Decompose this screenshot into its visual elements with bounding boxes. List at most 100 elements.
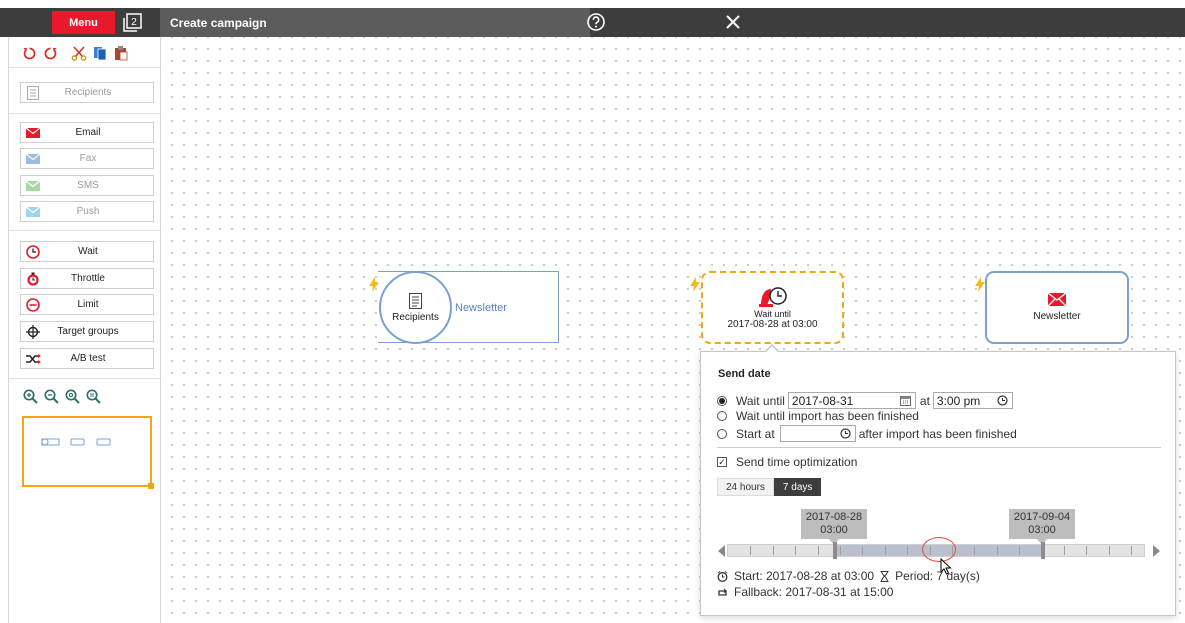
sto-label: Send time optimization xyxy=(736,455,858,469)
palette-ab-test[interactable]: A/B test xyxy=(20,348,154,369)
period-text: Period: 7 day(s) xyxy=(895,569,980,583)
at-label: at xyxy=(919,393,930,408)
fax-icon xyxy=(21,153,45,164)
fallback-row: Fallback: 2017-08-31 at 15:00 xyxy=(717,585,893,599)
start-text: Start: 2017-08-28 at 03:00 xyxy=(734,569,875,583)
canvas-navigator[interactable] xyxy=(22,416,154,489)
timeline-tick xyxy=(862,546,864,555)
minus-circle-icon xyxy=(21,297,45,312)
close-icon[interactable] xyxy=(723,12,743,32)
wait-node[interactable]: Wait until 2017-08-28 at 03:00 xyxy=(701,271,844,344)
start-marker-time: 03:00 xyxy=(820,524,848,536)
date-input[interactable]: 2017-08-31 xyxy=(787,392,916,409)
radio-wait-until[interactable] xyxy=(717,395,727,406)
palette-throttle[interactable]: Throttle xyxy=(20,268,154,289)
palette-fax-label: Fax xyxy=(79,153,97,164)
palette-push[interactable]: Push xyxy=(20,201,154,222)
zoom-fit-icon[interactable] xyxy=(86,389,101,404)
option-start-at-row: Start at after import has been finished xyxy=(717,425,1017,442)
palette-email-label: Email xyxy=(75,127,101,138)
sto-checkbox[interactable]: ✓ xyxy=(717,457,727,467)
timeline-tick xyxy=(772,546,774,555)
palette-limit-label: Limit xyxy=(77,299,99,310)
option-start-at-label: Start at xyxy=(736,426,775,441)
palette-ab-test-label: A/B test xyxy=(70,353,106,364)
page-title: Create campaign xyxy=(170,16,267,30)
option-import-row: Wait until import has been finished xyxy=(717,409,919,423)
crosshair-icon xyxy=(21,324,45,339)
option-wait-until-row: Wait until 2017-08-31 at 3:00 pm xyxy=(717,392,1013,409)
navigator-resize-handle[interactable] xyxy=(148,483,154,489)
palette-push-label: Push xyxy=(76,206,100,217)
timeline-tick xyxy=(1108,546,1110,555)
stopwatch-icon xyxy=(21,272,45,286)
timeline-tick xyxy=(884,546,886,555)
palette-target-groups[interactable]: Target groups xyxy=(20,321,154,342)
option-wait-until-label: Wait until xyxy=(736,393,785,408)
cut-icon[interactable] xyxy=(71,45,87,61)
calendar-icon[interactable] xyxy=(899,395,911,406)
clock-icon xyxy=(21,244,45,259)
recipients-node-circle[interactable]: Recipients xyxy=(379,271,452,344)
tab-7-days[interactable]: 7 days xyxy=(773,478,822,496)
windows-count-icon[interactable]: 2 xyxy=(123,13,142,32)
timeline-range-handle[interactable] xyxy=(1041,542,1045,559)
palette-sms[interactable]: SMS xyxy=(20,175,154,196)
edit-toolbar xyxy=(21,45,129,61)
recipients-node-name: Newsletter xyxy=(455,302,507,314)
zoom-out-icon[interactable] xyxy=(44,389,59,404)
zoom-controls xyxy=(23,389,101,404)
timeline-tick xyxy=(795,546,797,555)
recipients-list-icon xyxy=(21,85,45,100)
email-node-label: Newsletter xyxy=(1033,311,1081,322)
after-import-label: after import has been finished xyxy=(858,426,1017,441)
shuffle-icon xyxy=(21,353,45,365)
wait-clock-icon xyxy=(758,287,787,307)
zoom-reset-icon[interactable] xyxy=(65,389,80,404)
hourglass-icon xyxy=(880,570,889,582)
palette-fax[interactable]: Fax xyxy=(20,148,154,169)
alarm-clock-icon xyxy=(717,570,728,582)
help-icon[interactable] xyxy=(586,12,606,32)
option-import-label: Wait until import has been finished xyxy=(736,409,919,423)
start-marker: 2017-08-28 03:00 xyxy=(801,509,867,539)
palette-panel: Recipients Email Fax SMS Push Wait Throt… xyxy=(8,37,162,623)
time-input[interactable]: 3:00 pm xyxy=(932,392,1013,409)
palette-recipients-label: Recipients xyxy=(64,87,112,98)
divider xyxy=(9,230,162,231)
paste-icon[interactable] xyxy=(113,45,129,61)
time-picker-icon[interactable] xyxy=(997,395,1008,406)
palette-wait-label: Wait xyxy=(78,246,98,257)
tab-24-hours[interactable]: 24 hours xyxy=(717,478,774,496)
window-count: 2 xyxy=(131,17,137,28)
navigator-preview xyxy=(41,438,111,446)
email-node[interactable]: Newsletter xyxy=(985,271,1129,344)
sms-icon xyxy=(21,180,45,191)
copy-icon[interactable] xyxy=(92,45,108,61)
radio-wait-import[interactable] xyxy=(717,411,727,421)
menu-button[interactable]: Menu xyxy=(52,11,115,34)
wait-node-date: 2017-08-28 at 03:00 xyxy=(727,319,818,330)
palette-email[interactable]: Email xyxy=(20,122,154,143)
timeline-next-arrow[interactable] xyxy=(1153,545,1160,557)
start-at-input[interactable] xyxy=(779,425,856,442)
divider xyxy=(9,67,162,68)
palette-wait[interactable]: Wait xyxy=(20,241,154,262)
undo-icon[interactable] xyxy=(21,45,37,61)
radio-start-at[interactable] xyxy=(717,428,727,439)
timeline-range-handle[interactable] xyxy=(833,542,837,559)
redo-icon[interactable] xyxy=(42,45,58,61)
time-picker-icon[interactable] xyxy=(840,428,851,439)
timeline-prev-arrow[interactable] xyxy=(718,545,725,557)
palette-limit[interactable]: Limit xyxy=(20,294,154,315)
period-tabs: 24 hours 7 days xyxy=(717,478,822,496)
palette-throttle-label: Throttle xyxy=(71,273,105,284)
zoom-in-icon[interactable] xyxy=(23,389,38,404)
palette-recipients[interactable]: Recipients xyxy=(20,82,154,103)
top-bar: Menu 2 Create campaign xyxy=(0,8,1185,37)
timeline-tick xyxy=(1131,546,1133,555)
timeline-tick xyxy=(1019,546,1021,555)
tab-create-campaign[interactable]: Create campaign xyxy=(160,8,740,37)
palette-target-groups-label: Target groups xyxy=(57,326,119,337)
divider xyxy=(717,447,1161,448)
